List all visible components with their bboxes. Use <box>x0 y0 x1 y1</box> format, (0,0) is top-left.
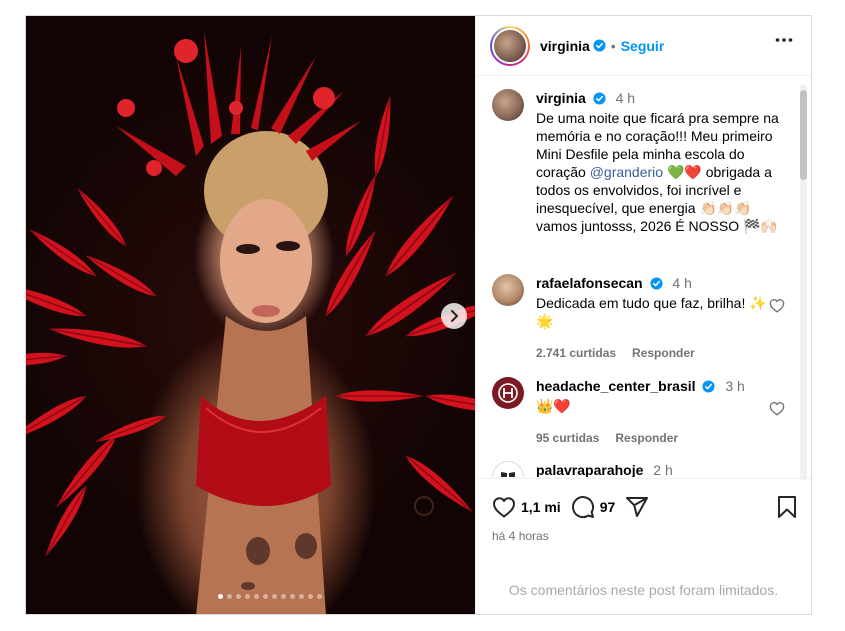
posted-time: há 4 horas <box>492 529 549 543</box>
follow-button[interactable]: Seguir <box>621 38 665 54</box>
heart-icon[interactable] <box>769 298 785 313</box>
comment-body: headache_center_brasil 3 h 👑❤️ 95 curtid… <box>536 377 785 447</box>
carousel-dot <box>262 594 268 599</box>
comment-likes[interactable]: 2.741 curtidas <box>536 344 616 362</box>
comment-icon[interactable] <box>571 495 595 519</box>
reply-button[interactable]: Responder <box>615 429 678 447</box>
comment-text: 👑❤️ <box>536 398 571 414</box>
comment-item: palavraparahoje 2 h <box>492 461 783 477</box>
carousel-dot <box>289 594 295 599</box>
author-avatar[interactable] <box>492 89 524 121</box>
comment-body: rafaelafonsecan 4 h Dedicada em tudo que… <box>536 274 785 362</box>
brand-logo <box>498 383 518 403</box>
carousel-dot <box>244 594 250 599</box>
comment-likes[interactable]: 95 curtidas <box>536 429 599 447</box>
comment-item: headache_center_brasil 3 h 👑❤️ 95 curtid… <box>492 377 785 447</box>
reply-button[interactable]: Responder <box>632 344 695 362</box>
comments-list[interactable]: virginia 4 h De uma noite que ficará pra… <box>476 77 811 477</box>
author-avatar[interactable] <box>490 25 530 66</box>
bookmark-icon[interactable] <box>777 495 797 519</box>
post-modal: virginia • Seguir virginia 4 h De uma no… <box>25 15 812 615</box>
comment-item: rafaelafonsecan 4 h Dedicada em tudo que… <box>492 274 785 362</box>
book-icon <box>501 472 515 477</box>
next-image-button[interactable] <box>441 303 467 329</box>
comment-meta: 95 curtidas Responder <box>536 429 783 447</box>
caption-text: De uma noite que ficará pra sempre na me… <box>536 110 779 234</box>
comment-text: Dedicada em tudo que faz, brilha! ✨🌟 <box>536 295 767 329</box>
comment-username[interactable]: rafaelafonsecan <box>536 275 643 291</box>
comment-username[interactable]: palavraparahoje <box>536 462 643 477</box>
verified-icon <box>649 277 663 290</box>
carousel-dot <box>226 594 232 599</box>
comment-time: 3 h <box>725 378 745 394</box>
carousel-dot <box>235 594 241 599</box>
caption-time: 4 h <box>615 90 636 106</box>
commenter-avatar[interactable] <box>492 461 524 477</box>
carousel-dot <box>253 594 259 599</box>
comment-time: 2 h <box>653 462 673 477</box>
post-photo <box>26 31 475 614</box>
separator-dot: • <box>610 37 616 54</box>
heart-icon[interactable] <box>769 401 785 416</box>
post-header: virginia • Seguir <box>476 16 811 76</box>
carousel-dot <box>298 594 304 599</box>
heart-icon[interactable] <box>492 496 516 518</box>
likes-count[interactable]: 1,1 mi <box>521 499 561 515</box>
comments-scrollbar[interactable] <box>800 84 807 480</box>
commenter-avatar[interactable] <box>492 377 524 409</box>
more-icon[interactable] <box>775 37 793 43</box>
carousel-dot <box>307 594 313 599</box>
author-username[interactable]: virginia <box>540 38 590 54</box>
post-actions: 1,1 mi 97 há 4 horas <box>476 478 811 543</box>
verified-icon <box>593 92 606 105</box>
comment-meta: 2.741 curtidas Responder <box>536 344 783 362</box>
post-side-panel: virginia • Seguir virginia 4 h De uma no… <box>475 16 811 614</box>
post-media[interactable] <box>26 16 475 614</box>
carousel-dot <box>316 594 322 599</box>
comment-body: palavraparahoje 2 h <box>536 461 783 477</box>
comments-count[interactable]: 97 <box>600 499 616 515</box>
caption: virginia 4 h De uma noite que ficará pra… <box>492 89 783 235</box>
caption-body: virginia 4 h De uma noite que ficará pra… <box>536 89 783 235</box>
chevron-right-icon <box>451 310 458 322</box>
verified-icon <box>593 39 606 52</box>
scrollbar-thumb[interactable] <box>800 90 807 180</box>
carousel-dot <box>280 594 286 599</box>
share-icon[interactable] <box>625 495 649 519</box>
mention-link[interactable]: @granderio <box>590 164 663 180</box>
carousel-dot <box>217 594 223 599</box>
carousel-indicator <box>26 594 475 599</box>
verified-icon <box>702 380 715 393</box>
carousel-dot <box>271 594 277 599</box>
commenter-avatar[interactable] <box>492 274 524 306</box>
comment-username[interactable]: headache_center_brasil <box>536 378 696 394</box>
comment-time: 4 h <box>672 275 692 291</box>
comments-limited-notice: Os comentários neste post foram limitado… <box>508 582 779 598</box>
caption-username[interactable]: virginia <box>536 90 586 106</box>
